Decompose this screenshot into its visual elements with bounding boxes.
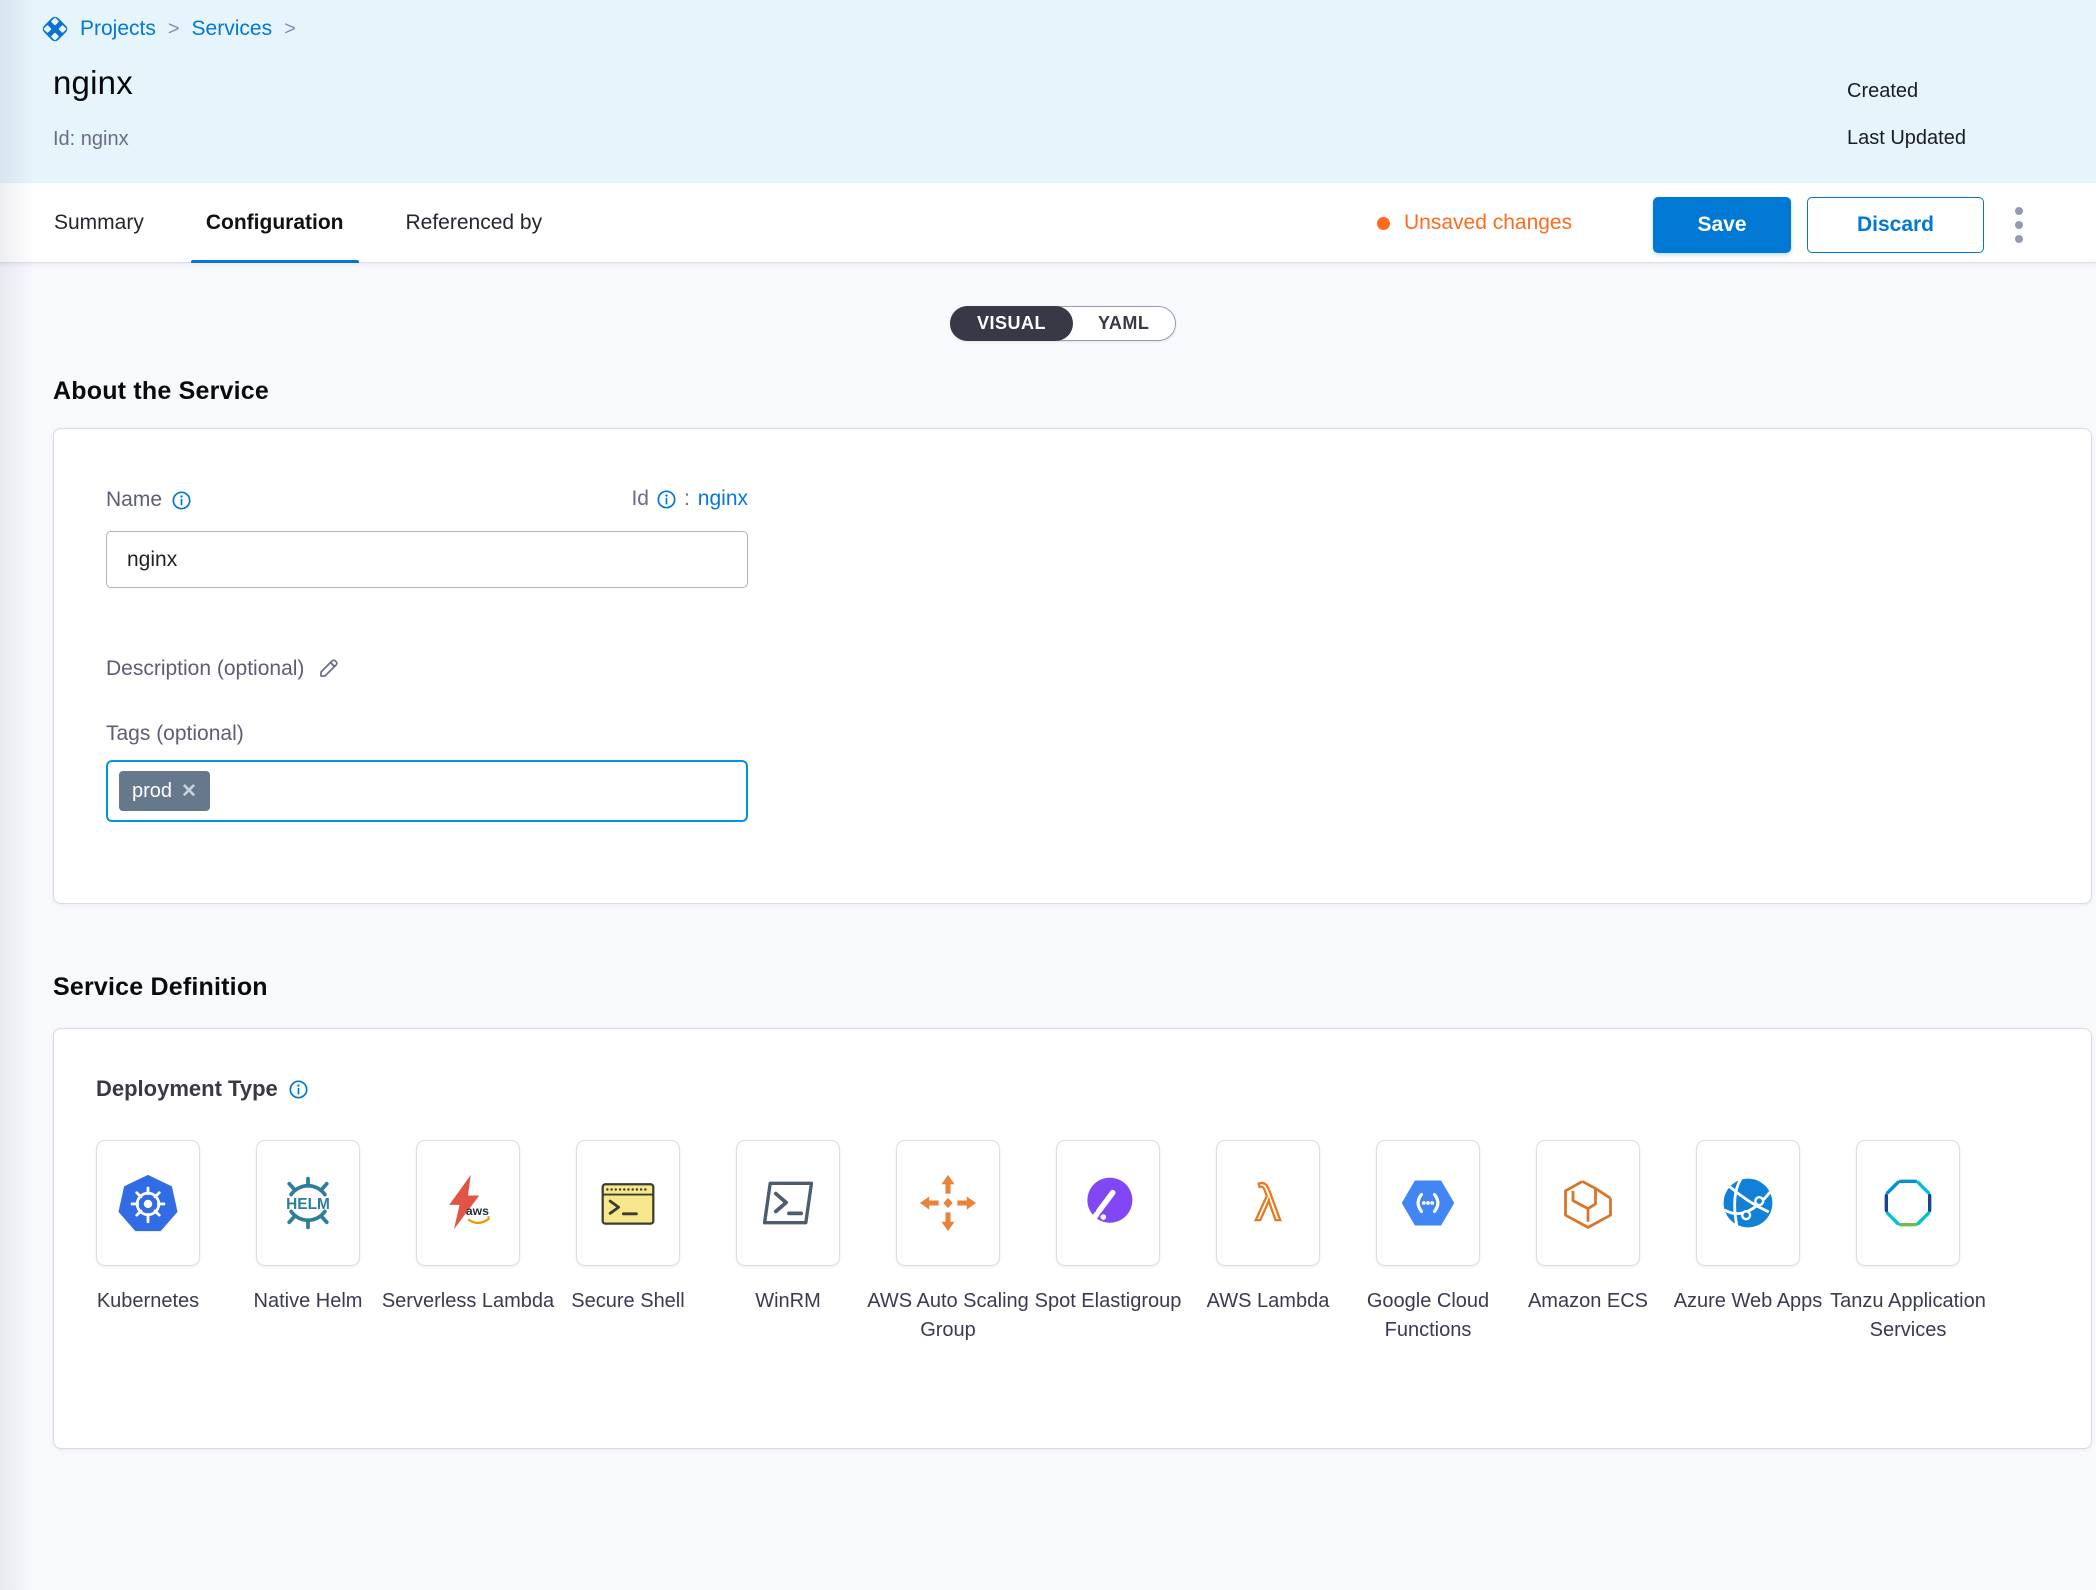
deployment-type-label-serverless-lambda: Serverless Lambda <box>380 1287 556 1316</box>
unsaved-changes-indicator: Unsaved changes <box>1377 183 1572 263</box>
id-colon: : <box>684 487 690 511</box>
azure-web-apps-icon <box>1718 1173 1778 1233</box>
serverless-lambda-icon: aws <box>438 1173 498 1233</box>
description-row: Description (optional) <box>106 657 340 681</box>
deployment-type-info-icon[interactable] <box>289 1080 308 1099</box>
breadcrumb-services-link[interactable]: Services <box>192 17 273 41</box>
more-options-kebab-icon[interactable] <box>2004 197 2034 253</box>
deployment-type-label-tanzu: Tanzu Application Services <box>1820 1287 1996 1345</box>
deployment-type-aws-lambda[interactable]: λ <box>1216 1140 1320 1266</box>
discard-button[interactable]: Discard <box>1807 197 1984 253</box>
secure-shell-icon <box>598 1173 658 1233</box>
kubernetes-icon <box>118 1173 178 1233</box>
deployment-type-label-kubernetes: Kubernetes <box>60 1287 236 1316</box>
deployment-type-label-native-helm: Native Helm <box>220 1287 396 1316</box>
svg-text:aws: aws <box>466 1204 489 1218</box>
unsaved-changes-text: Unsaved changes <box>1404 211 1572 235</box>
breadcrumb: Projects > Services > <box>40 13 298 45</box>
deployment-type-aws-auto-scaling-group[interactable] <box>896 1140 1000 1266</box>
deployment-type-label-azure-web-apps: Azure Web Apps <box>1660 1287 1836 1316</box>
tanzu-icon <box>1878 1173 1938 1233</box>
deployment-type-label-google-cloud-functions: Google Cloud Functions <box>1340 1287 1516 1345</box>
deployment-type-kubernetes[interactable] <box>96 1140 200 1266</box>
deployment-type-tanzu[interactable] <box>1856 1140 1960 1266</box>
deployment-type-azure-web-apps[interactable] <box>1696 1140 1800 1266</box>
deployment-type-serverless-lambda[interactable]: aws <box>416 1140 520 1266</box>
deployment-type-spot-elastigroup[interactable] <box>1056 1140 1160 1266</box>
tab-summary[interactable]: Summary <box>39 183 159 263</box>
toggle-yaml[interactable]: YAML <box>1072 307 1175 340</box>
google-cloud-functions-icon <box>1398 1173 1458 1233</box>
id-info-icon[interactable] <box>657 490 676 509</box>
breadcrumb-separator-icon: > <box>166 18 182 41</box>
breadcrumb-separator-icon: > <box>282 18 298 41</box>
tag-chip-label: prod <box>132 780 172 803</box>
id-value-link[interactable]: nginx <box>698 487 748 511</box>
aws-lambda-icon: λ <box>1238 1173 1298 1233</box>
page-title: nginx <box>53 64 133 102</box>
four-diamonds-logo-icon[interactable] <box>40 14 70 44</box>
last-updated-label: Last Updated <box>1847 127 1966 150</box>
save-button[interactable]: Save <box>1653 197 1791 253</box>
visual-yaml-toggle: VISUAL YAML <box>950 306 1176 341</box>
deployment-type-label-spot-elastigroup: Spot Elastigroup <box>1020 1287 1196 1316</box>
page-header <box>0 0 2096 183</box>
helm-icon: HELM <box>278 1173 338 1233</box>
deployment-type-row: Deployment Type <box>96 1076 308 1102</box>
deployment-type-amazon-ecs[interactable] <box>1536 1140 1640 1266</box>
deployment-type-label: Deployment Type <box>96 1076 278 1102</box>
breadcrumb-projects-link[interactable]: Projects <box>80 17 156 41</box>
deployment-type-label-aws-lambda: AWS Lambda <box>1180 1287 1356 1316</box>
deployment-type-label-spot: AWS Auto Scaling Group <box>860 1287 1036 1345</box>
deployment-type-google-cloud-functions[interactable] <box>1376 1140 1480 1266</box>
service-definition-heading: Service Definition <box>53 973 268 1002</box>
deployment-type-label-amazon-ecs: Amazon ECS <box>1500 1287 1676 1316</box>
service-id-text: Id: nginx <box>53 128 129 151</box>
deployment-type-winrm[interactable] <box>736 1140 840 1266</box>
deployment-type-secure-shell[interactable] <box>576 1140 680 1266</box>
winrm-icon <box>758 1173 818 1233</box>
remove-tag-icon[interactable]: ✕ <box>181 782 197 801</box>
tab-configuration[interactable]: Configuration <box>191 183 359 263</box>
tab-referenced-by[interactable]: Referenced by <box>391 183 558 263</box>
spot-elastigroup-icon <box>1078 1173 1138 1233</box>
created-label: Created <box>1847 80 1918 103</box>
id-label: Id <box>631 487 649 511</box>
deployment-type-label-secure-shell: Secure Shell <box>540 1287 716 1316</box>
tag-chip: prod ✕ <box>119 771 210 811</box>
id-row: Id : nginx <box>106 487 748 511</box>
amazon-ecs-icon <box>1558 1173 1618 1233</box>
edit-description-pencil-icon[interactable] <box>316 657 340 681</box>
tags-label: Tags (optional) <box>106 722 244 746</box>
service-configuration-page: Projects > Services > nginx Id: nginx Cr… <box>0 0 2096 1590</box>
description-label: Description (optional) <box>106 657 304 681</box>
unsaved-dot-icon <box>1377 217 1390 230</box>
aws-auto-scaling-icon <box>918 1173 978 1233</box>
tags-input[interactable]: prod ✕ <box>106 760 748 822</box>
about-service-heading: About the Service <box>53 377 269 406</box>
svg-text:HELM: HELM <box>286 1196 330 1213</box>
toggle-visual[interactable]: VISUAL <box>950 306 1073 341</box>
deployment-type-native-helm[interactable]: HELM <box>256 1140 360 1266</box>
deployment-type-label-winrm: WinRM <box>700 1287 876 1316</box>
svg-text:λ: λ <box>1255 1174 1280 1231</box>
name-input[interactable] <box>106 531 748 588</box>
